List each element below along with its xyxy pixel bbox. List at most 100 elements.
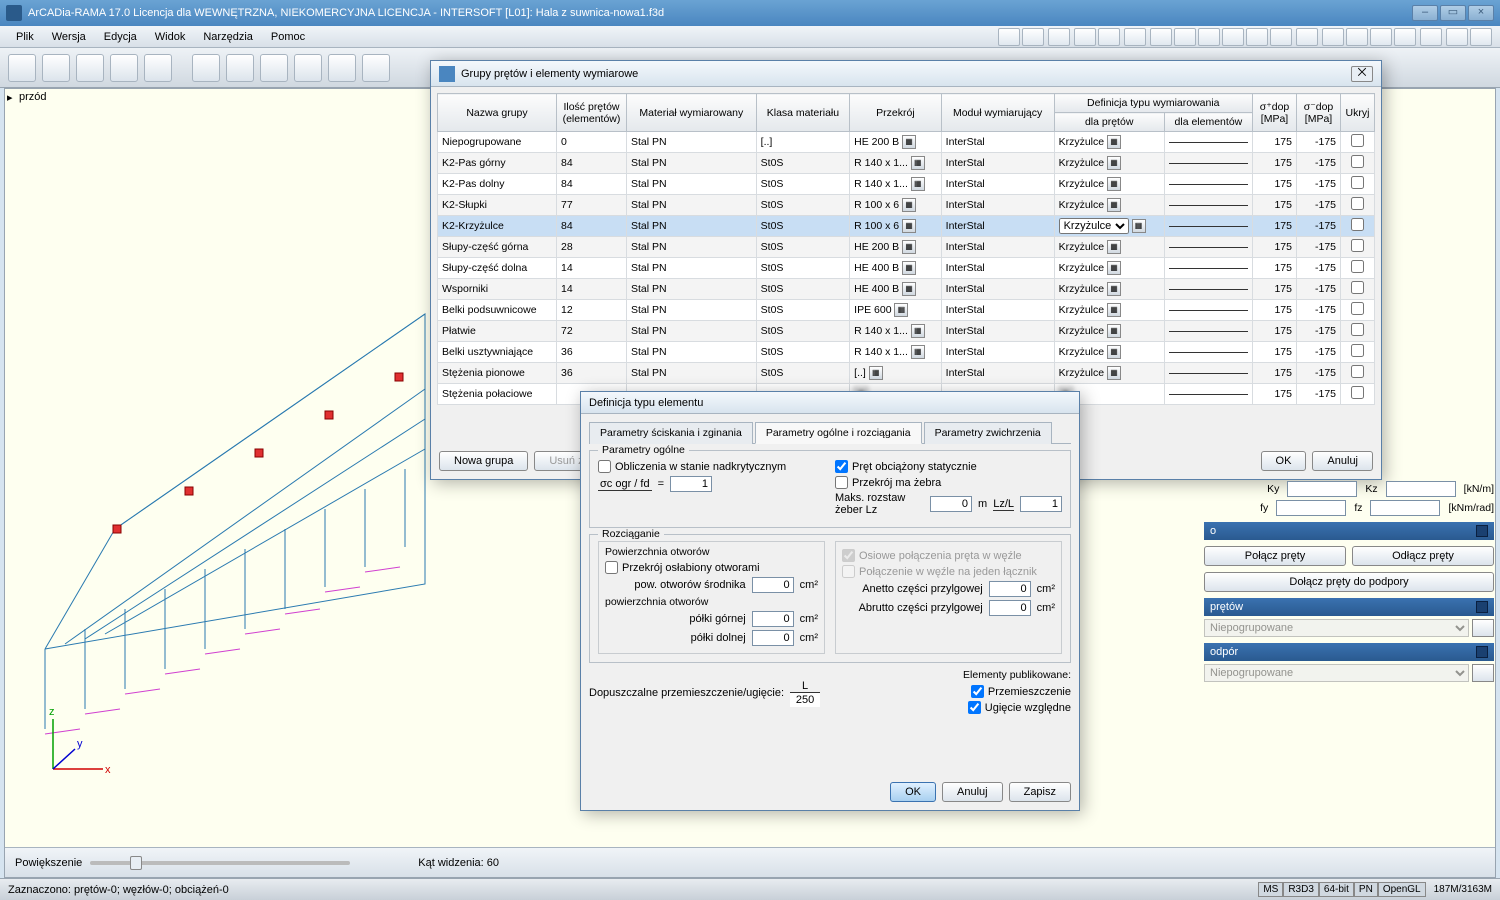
combo-picker-icon[interactable]: [1472, 619, 1494, 637]
close-icon[interactable]: ⨉: [1351, 66, 1373, 82]
tool-icon[interactable]: [144, 54, 172, 82]
toggle-icon[interactable]: [1270, 28, 1292, 46]
menu-narzedzia[interactable]: Narzędzia: [195, 29, 261, 45]
bot-flange-input[interactable]: [752, 630, 794, 646]
toggle-icon[interactable]: [1322, 28, 1344, 46]
toggle-icon[interactable]: [1022, 28, 1044, 46]
ratio-input[interactable]: [670, 476, 712, 492]
col-defe[interactable]: dla elementów: [1164, 113, 1252, 132]
combo-picker-icon[interactable]: [1472, 664, 1494, 682]
deflection-input[interactable]: [790, 693, 820, 707]
tool-icon[interactable]: [328, 54, 356, 82]
chk-displacement[interactable]: [971, 685, 984, 698]
panel-header-bars[interactable]: prętów: [1204, 598, 1494, 616]
slider-thumb[interactable]: [130, 856, 142, 870]
cancel-button[interactable]: Anuluj: [1312, 451, 1373, 471]
toggle-icon[interactable]: [1470, 28, 1492, 46]
disconnect-bars-button[interactable]: Odłącz pręty: [1352, 546, 1494, 566]
lz-input[interactable]: [930, 496, 972, 512]
web-holes-input[interactable]: [752, 577, 794, 593]
lzl-input[interactable]: [1020, 496, 1062, 512]
tool-icon[interactable]: [260, 54, 288, 82]
panel-header-supports[interactable]: odpór: [1204, 643, 1494, 661]
panel-header[interactable]: o: [1204, 522, 1494, 540]
supports-group-combo[interactable]: Niepogrupowane: [1204, 664, 1469, 682]
table-row[interactable]: Stężenia pionowe36Stal PNSt0S[..] ▦Inter…: [438, 363, 1375, 384]
minimize-button[interactable]: –: [1412, 5, 1438, 21]
new-group-button[interactable]: Nowa grupa: [439, 451, 528, 471]
toggle-icon[interactable]: [1346, 28, 1368, 46]
table-row[interactable]: K2-Krzyżulce84Stal PNSt0SR 100 x 6 ▦Inte…: [438, 216, 1375, 237]
tool-icon[interactable]: [110, 54, 138, 82]
table-row[interactable]: K2-Pas górny84Stal PNSt0SR 140 x 1... ▦I…: [438, 153, 1375, 174]
fy-input[interactable]: [1276, 500, 1346, 516]
toggle-icon[interactable]: [1074, 28, 1096, 46]
toggle-icon[interactable]: [1394, 28, 1416, 46]
tab-ltb[interactable]: Parametry zwichrzenia: [924, 422, 1052, 444]
chk-holes[interactable]: [605, 561, 618, 574]
col-sm[interactable]: σ⁻dop [MPa]: [1297, 94, 1341, 132]
tool-icon[interactable]: [226, 54, 254, 82]
chk-ribs[interactable]: [835, 476, 848, 489]
anetto-input[interactable]: [989, 581, 1031, 597]
dlg2-save-button[interactable]: Zapisz: [1009, 782, 1071, 802]
table-row[interactable]: K2-Pas dolny84Stal PNSt0SR 140 x 1... ▦I…: [438, 174, 1375, 195]
fz-input[interactable]: [1370, 500, 1440, 516]
abrutto-input[interactable]: [989, 600, 1031, 616]
col-ilosc[interactable]: Ilość prętów (elementów): [556, 94, 626, 132]
menu-wersja[interactable]: Wersja: [44, 29, 94, 45]
menu-plik[interactable]: Plik: [8, 29, 42, 45]
toggle-icon[interactable]: [1222, 28, 1244, 46]
tool-icon[interactable]: [8, 54, 36, 82]
ok-button[interactable]: OK: [1261, 451, 1307, 471]
toggle-icon[interactable]: [1370, 28, 1392, 46]
table-row[interactable]: Płatwie72Stal PNSt0SR 140 x 1... ▦InterS…: [438, 321, 1375, 342]
attach-support-button[interactable]: Dołącz pręty do podpory: [1204, 572, 1494, 592]
close-button[interactable]: ×: [1468, 5, 1494, 21]
chk-overcritical[interactable]: [598, 460, 611, 473]
col-ukryj[interactable]: Ukryj: [1341, 94, 1375, 132]
table-row[interactable]: Belki usztywniające36Stal PNSt0SR 140 x …: [438, 342, 1375, 363]
menu-pomoc[interactable]: Pomoc: [263, 29, 313, 45]
col-def[interactable]: Definicja typu wymiarowania: [1054, 94, 1252, 113]
menu-widok[interactable]: Widok: [147, 29, 194, 45]
table-row[interactable]: Słupy-część górna28Stal PNSt0SHE 200 B ▦…: [438, 237, 1375, 258]
toggle-icon[interactable]: [998, 28, 1020, 46]
ky-input[interactable]: [1287, 481, 1357, 497]
chk-rel-deflection[interactable]: [968, 701, 981, 714]
toggle-icon[interactable]: [1246, 28, 1268, 46]
tool-icon[interactable]: [76, 54, 104, 82]
tool-icon[interactable]: [362, 54, 390, 82]
maximize-button[interactable]: ▭: [1440, 5, 1466, 21]
col-material[interactable]: Materiał wymiarowany: [626, 94, 756, 132]
table-row[interactable]: Wsporniki14Stal PNSt0SHE 400 B ▦InterSta…: [438, 279, 1375, 300]
col-sp[interactable]: σ⁺dop [MPa]: [1253, 94, 1297, 132]
toggle-icon[interactable]: [1150, 28, 1172, 46]
top-flange-input[interactable]: [752, 611, 794, 627]
col-klasa[interactable]: Klasa materiału: [756, 94, 850, 132]
bars-group-combo[interactable]: Niepogrupowane: [1204, 619, 1469, 637]
tool-icon[interactable]: [192, 54, 220, 82]
table-row[interactable]: K2-Słupki77Stal PNSt0SR 100 x 6 ▦InterSt…: [438, 195, 1375, 216]
table-row[interactable]: Słupy-część dolna14Stal PNSt0SHE 400 B ▦…: [438, 258, 1375, 279]
toggle-icon[interactable]: [1198, 28, 1220, 46]
table-row[interactable]: Niepogrupowane0Stal PN[..]HE 200 B ▦Inte…: [438, 132, 1375, 153]
tool-icon[interactable]: [294, 54, 322, 82]
kz-input[interactable]: [1386, 481, 1456, 497]
chk-static[interactable]: [835, 460, 848, 473]
table-row[interactable]: Belki podsuwnicowe12Stal PNSt0SIPE 600 ▦…: [438, 300, 1375, 321]
tab-general[interactable]: Parametry ogólne i rozciągania: [755, 422, 922, 444]
zoom-slider[interactable]: [90, 861, 350, 865]
col-defp[interactable]: dla prętów: [1054, 113, 1164, 132]
toggle-icon[interactable]: [1446, 28, 1468, 46]
tool-icon[interactable]: [42, 54, 70, 82]
col-modul[interactable]: Moduł wymiarujący: [941, 94, 1054, 132]
tab-compression[interactable]: Parametry ściskania i zginania: [589, 422, 753, 444]
connect-bars-button[interactable]: Połącz pręty: [1204, 546, 1346, 566]
toggle-icon[interactable]: [1174, 28, 1196, 46]
col-nazwa[interactable]: Nazwa grupy: [438, 94, 557, 132]
toggle-icon[interactable]: [1098, 28, 1120, 46]
dlg2-ok-button[interactable]: OK: [890, 782, 936, 802]
menu-edycja[interactable]: Edycja: [96, 29, 145, 45]
dlg2-cancel-button[interactable]: Anuluj: [942, 782, 1003, 802]
